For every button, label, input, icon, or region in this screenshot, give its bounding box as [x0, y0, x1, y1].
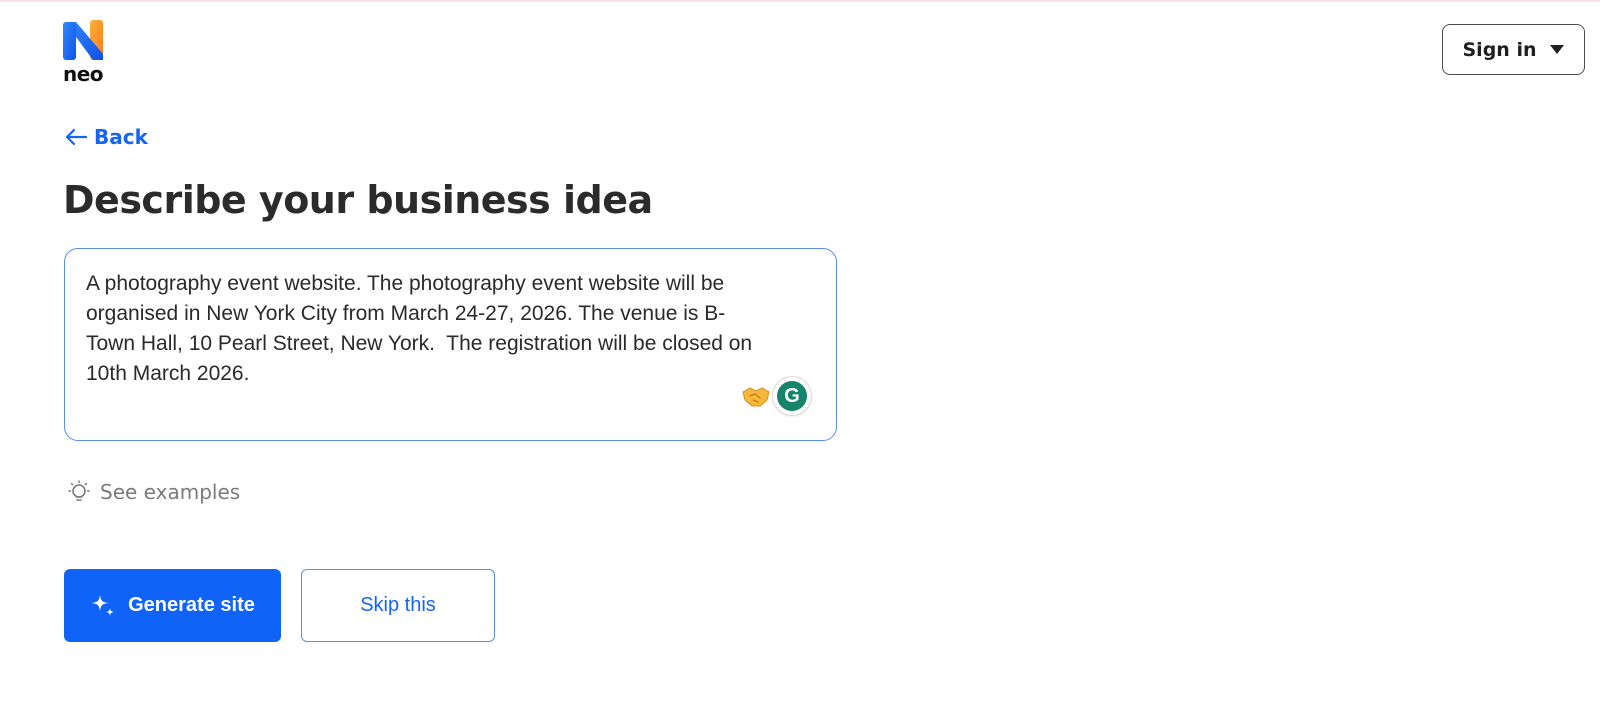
generate-site-label: Generate site	[128, 594, 255, 616]
handshake-emoji-icon[interactable]	[742, 384, 770, 408]
skip-label: Skip this	[360, 594, 436, 616]
caret-down-icon	[1550, 45, 1565, 54]
top-border	[0, 0, 1600, 2]
lightbulb-icon	[68, 480, 90, 501]
see-examples-link[interactable]: See examples	[66, 478, 240, 506]
skip-button[interactable]: Skip this	[301, 569, 495, 642]
generate-site-button[interactable]: Generate site	[64, 569, 281, 642]
signin-label: Sign in	[1462, 38, 1537, 61]
neo-logo-icon	[63, 20, 103, 60]
sparkles-icon	[92, 594, 115, 616]
grammarly-g-icon: G	[777, 381, 807, 411]
business-idea-text[interactable]: A photography event website. The photogr…	[86, 269, 811, 389]
brand-name: neo	[63, 62, 104, 86]
signin-button[interactable]: Sign in	[1442, 24, 1585, 75]
see-examples-label: See examples	[100, 480, 241, 504]
back-link[interactable]: Back	[64, 124, 148, 150]
page-title: Describe your business idea	[63, 178, 653, 222]
business-idea-textarea[interactable]: A photography event website. The photogr…	[64, 248, 837, 441]
neo-logo[interactable]: neo	[62, 20, 110, 86]
arrow-left-icon	[65, 128, 88, 146]
grammarly-icon[interactable]: G	[773, 377, 811, 415]
back-label: Back	[94, 125, 148, 149]
